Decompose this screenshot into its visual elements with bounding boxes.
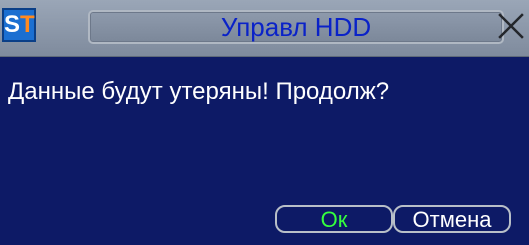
dialog-title: Управл HDD — [220, 12, 372, 42]
dialog-window: ST Управл HDD Данные будут утеряны! Прод… — [0, 0, 529, 245]
ok-button[interactable]: Ок — [275, 205, 393, 233]
app-logo-icon: ST — [2, 8, 36, 42]
cancel-button[interactable]: Отмена — [393, 205, 511, 233]
logo-letter-t: T — [20, 11, 35, 38]
close-icon[interactable] — [497, 12, 525, 40]
title-bar: ST Управл HDD — [0, 0, 529, 57]
confirm-message: Данные будут утеряны! Продолж? — [8, 78, 390, 105]
logo-letter-s: S — [4, 11, 21, 38]
